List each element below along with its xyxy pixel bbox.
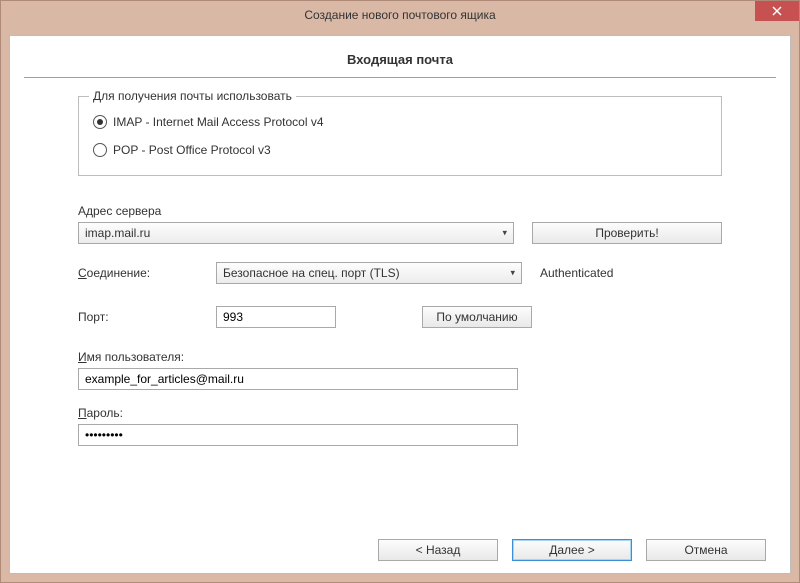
server-address-value: imap.mail.ru (85, 226, 150, 240)
connection-group: Соединение: Безопасное на спец. порт (TL… (78, 262, 722, 284)
port-input[interactable] (216, 306, 336, 328)
radio-imap[interactable]: IMAP - Internet Mail Access Protocol v4 (93, 115, 707, 129)
close-button[interactable] (755, 1, 799, 21)
dialog-window: Создание нового почтового ящика Входящая… (0, 0, 800, 583)
form-area: Для получения почты использовать IMAP - … (24, 96, 776, 446)
window-title: Создание нового почтового ящика (304, 8, 495, 22)
radio-pop[interactable]: POP - Post Office Protocol v3 (93, 143, 707, 157)
radio-pop-input[interactable] (93, 143, 107, 157)
cancel-button[interactable]: Отмена (646, 539, 766, 561)
protocol-fieldset: Для получения почты использовать IMAP - … (78, 96, 722, 176)
radio-pop-label: POP - Post Office Protocol v3 (113, 143, 271, 157)
chevron-down-icon: ▾ (502, 228, 507, 239)
username-group: Имя пользователя: (78, 350, 722, 390)
connection-select[interactable]: Безопасное на спец. порт (TLS) ▾ (216, 262, 522, 284)
connection-label: Соединение: (78, 266, 198, 280)
username-label: Имя пользователя: (78, 350, 722, 364)
next-button[interactable]: Далее > (512, 539, 632, 561)
port-default-button[interactable]: По умолчанию (422, 306, 532, 328)
password-label: Пароль: (78, 406, 722, 420)
port-group: Порт: По умолчанию (78, 306, 722, 328)
close-icon (772, 6, 782, 16)
radio-imap-label: IMAP - Internet Mail Access Protocol v4 (113, 115, 324, 129)
username-input[interactable] (78, 368, 518, 390)
verify-button[interactable]: Проверить! (532, 222, 722, 244)
page-title: Входящая почта (24, 46, 776, 77)
port-label: Порт: (78, 310, 198, 324)
divider (24, 77, 776, 78)
back-button[interactable]: < Назад (378, 539, 498, 561)
connection-status: Authenticated (540, 266, 613, 280)
server-address-input[interactable]: imap.mail.ru ▾ (78, 222, 514, 244)
titlebar: Создание нового почтового ящика (1, 1, 799, 29)
password-input[interactable] (78, 424, 518, 446)
chevron-down-icon: ▾ (510, 268, 515, 279)
server-address-label: Адрес сервера (78, 204, 514, 218)
server-address-group: Адрес сервера imap.mail.ru ▾ Проверить! (78, 204, 722, 244)
content-panel: Входящая почта Для получения почты испол… (9, 35, 791, 574)
footer-buttons: < Назад Далее > Отмена (10, 539, 790, 561)
connection-value: Безопасное на спец. порт (TLS) (223, 266, 400, 280)
radio-imap-input[interactable] (93, 115, 107, 129)
password-group: Пароль: (78, 406, 722, 446)
protocol-legend: Для получения почты использовать (89, 89, 296, 103)
